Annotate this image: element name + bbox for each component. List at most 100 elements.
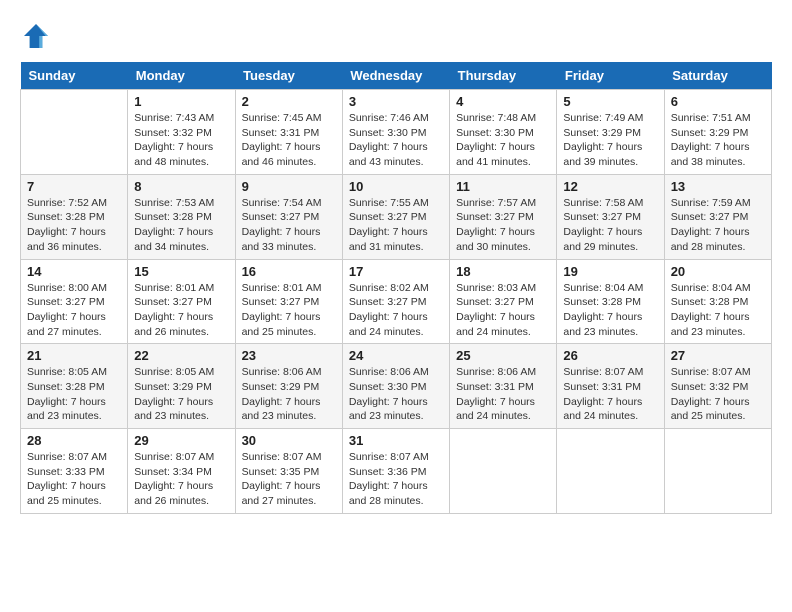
day-number: 17 [349,264,443,279]
calendar-cell: 20 Sunrise: 8:04 AMSunset: 3:28 PMDayligh… [664,259,771,344]
day-number: 14 [27,264,121,279]
calendar-week-3: 21 Sunrise: 8:05 AMSunset: 3:28 PMDayligh… [21,344,772,429]
calendar-cell: 31 Sunrise: 8:07 AMSunset: 3:36 PMDayligh… [342,429,449,514]
day-number: 3 [349,94,443,109]
calendar-cell: 27Sunrise: 8:07 AMSunset: 3:32 PMDayligh… [664,344,771,429]
day-info: Sunrise: 8:00 AMSunset: 3:27 PMDaylight:… [27,281,121,340]
day-number: 15 [134,264,228,279]
calendar-cell: 9 Sunrise: 7:54 AMSunset: 3:27 PMDaylight… [235,174,342,259]
day-info: Sunrise: 7:55 AMSunset: 3:27 PMDaylight:… [349,196,443,255]
day-info: Sunrise: 7:57 AMSunset: 3:27 PMDaylight:… [456,196,550,255]
calendar-week-0: 1 Sunrise: 7:43 AMSunset: 3:32 PMDaylight… [21,90,772,175]
day-info: Sunrise: 8:07 AMSunset: 3:32 PMDaylight:… [671,365,765,424]
calendar-cell: 5 Sunrise: 7:49 AMSunset: 3:29 PMDaylight… [557,90,664,175]
calendar-week-1: 7 Sunrise: 7:52 AMSunset: 3:28 PMDaylight… [21,174,772,259]
day-number: 5 [563,94,657,109]
day-number: 29 [134,433,228,448]
day-info: Sunrise: 7:51 AMSunset: 3:29 PMDaylight:… [671,111,765,170]
day-number: 31 [349,433,443,448]
calendar-cell: 14 Sunrise: 8:00 AMSunset: 3:27 PMDayligh… [21,259,128,344]
calendar-cell: 1 Sunrise: 7:43 AMSunset: 3:32 PMDaylight… [128,90,235,175]
calendar-cell [557,429,664,514]
day-info: Sunrise: 8:05 AMSunset: 3:28 PMDaylight:… [27,365,121,424]
day-info: Sunrise: 8:05 AMSunset: 3:29 PMDaylight:… [134,365,228,424]
calendar-week-2: 14 Sunrise: 8:00 AMSunset: 3:27 PMDayligh… [21,259,772,344]
calendar-cell [664,429,771,514]
day-number: 19 [563,264,657,279]
page-header [20,20,772,52]
calendar-cell: 26 Sunrise: 8:07 AMSunset: 3:31 PMDayligh… [557,344,664,429]
day-info: Sunrise: 8:01 AMSunset: 3:27 PMDaylight:… [134,281,228,340]
day-info: Sunrise: 7:53 AMSunset: 3:28 PMDaylight:… [134,196,228,255]
day-number: 16 [242,264,336,279]
day-info: Sunrise: 8:02 AMSunset: 3:27 PMDaylight:… [349,281,443,340]
day-number: 22 [134,348,228,363]
calendar-cell: 25Sunrise: 8:06 AMSunset: 3:31 PMDayligh… [450,344,557,429]
day-number: 26 [563,348,657,363]
col-header-wednesday: Wednesday [342,62,449,90]
calendar-cell: 3 Sunrise: 7:46 AMSunset: 3:30 PMDaylight… [342,90,449,175]
day-number: 2 [242,94,336,109]
day-info: Sunrise: 7:43 AMSunset: 3:32 PMDaylight:… [134,111,228,170]
calendar-cell: 10 Sunrise: 7:55 AMSunset: 3:27 PMDayligh… [342,174,449,259]
logo-icon [20,20,52,52]
calendar-cell: 28 Sunrise: 8:07 AMSunset: 3:33 PMDayligh… [21,429,128,514]
day-number: 6 [671,94,765,109]
day-number: 1 [134,94,228,109]
day-info: Sunrise: 8:04 AMSunset: 3:28 PMDaylight:… [563,281,657,340]
calendar-cell: 7 Sunrise: 7:52 AMSunset: 3:28 PMDaylight… [21,174,128,259]
day-info: Sunrise: 7:54 AMSunset: 3:27 PMDaylight:… [242,196,336,255]
day-number: 9 [242,179,336,194]
day-number: 23 [242,348,336,363]
day-info: Sunrise: 8:01 AMSunset: 3:27 PMDaylight:… [242,281,336,340]
day-number: 13 [671,179,765,194]
col-header-friday: Friday [557,62,664,90]
day-number: 28 [27,433,121,448]
day-number: 7 [27,179,121,194]
calendar-cell [450,429,557,514]
day-info: Sunrise: 8:06 AMSunset: 3:30 PMDaylight:… [349,365,443,424]
calendar-cell: 19 Sunrise: 8:04 AMSunset: 3:28 PMDayligh… [557,259,664,344]
day-info: Sunrise: 7:49 AMSunset: 3:29 PMDaylight:… [563,111,657,170]
day-info: Sunrise: 7:48 AMSunset: 3:30 PMDaylight:… [456,111,550,170]
day-info: Sunrise: 7:52 AMSunset: 3:28 PMDaylight:… [27,196,121,255]
day-number: 11 [456,179,550,194]
logo [20,20,58,52]
day-number: 4 [456,94,550,109]
day-number: 18 [456,264,550,279]
day-info: Sunrise: 7:58 AMSunset: 3:27 PMDaylight:… [563,196,657,255]
day-info: Sunrise: 8:06 AMSunset: 3:31 PMDaylight:… [456,365,550,424]
calendar-cell: 6 Sunrise: 7:51 AMSunset: 3:29 PMDaylight… [664,90,771,175]
calendar-cell: 23Sunrise: 8:06 AMSunset: 3:29 PMDayligh… [235,344,342,429]
calendar-cell: 4 Sunrise: 7:48 AMSunset: 3:30 PMDaylight… [450,90,557,175]
calendar-week-4: 28 Sunrise: 8:07 AMSunset: 3:33 PMDayligh… [21,429,772,514]
col-header-sunday: Sunday [21,62,128,90]
calendar-cell: 18 Sunrise: 8:03 AMSunset: 3:27 PMDayligh… [450,259,557,344]
day-info: Sunrise: 8:03 AMSunset: 3:27 PMDaylight:… [456,281,550,340]
day-info: Sunrise: 8:07 AMSunset: 3:31 PMDaylight:… [563,365,657,424]
day-info: Sunrise: 8:04 AMSunset: 3:28 PMDaylight:… [671,281,765,340]
calendar-cell: 2 Sunrise: 7:45 AMSunset: 3:31 PMDaylight… [235,90,342,175]
day-number: 10 [349,179,443,194]
day-number: 8 [134,179,228,194]
calendar-cell: 29 Sunrise: 8:07 AMSunset: 3:34 PMDayligh… [128,429,235,514]
calendar-cell: 13Sunrise: 7:59 AMSunset: 3:27 PMDayligh… [664,174,771,259]
day-number: 12 [563,179,657,194]
calendar-cell: 24Sunrise: 8:06 AMSunset: 3:30 PMDayligh… [342,344,449,429]
day-info: Sunrise: 7:46 AMSunset: 3:30 PMDaylight:… [349,111,443,170]
col-header-saturday: Saturday [664,62,771,90]
col-header-thursday: Thursday [450,62,557,90]
day-info: Sunrise: 7:45 AMSunset: 3:31 PMDaylight:… [242,111,336,170]
calendar-cell: 17 Sunrise: 8:02 AMSunset: 3:27 PMDayligh… [342,259,449,344]
day-info: Sunrise: 8:07 AMSunset: 3:34 PMDaylight:… [134,450,228,509]
day-info: Sunrise: 8:07 AMSunset: 3:35 PMDaylight:… [242,450,336,509]
day-number: 30 [242,433,336,448]
day-number: 20 [671,264,765,279]
day-number: 21 [27,348,121,363]
day-info: Sunrise: 8:07 AMSunset: 3:36 PMDaylight:… [349,450,443,509]
calendar-table: SundayMondayTuesdayWednesdayThursdayFrid… [20,62,772,514]
calendar-cell: 22 Sunrise: 8:05 AMSunset: 3:29 PMDayligh… [128,344,235,429]
calendar-cell: 21 Sunrise: 8:05 AMSunset: 3:28 PMDayligh… [21,344,128,429]
day-info: Sunrise: 8:07 AMSunset: 3:33 PMDaylight:… [27,450,121,509]
col-header-monday: Monday [128,62,235,90]
